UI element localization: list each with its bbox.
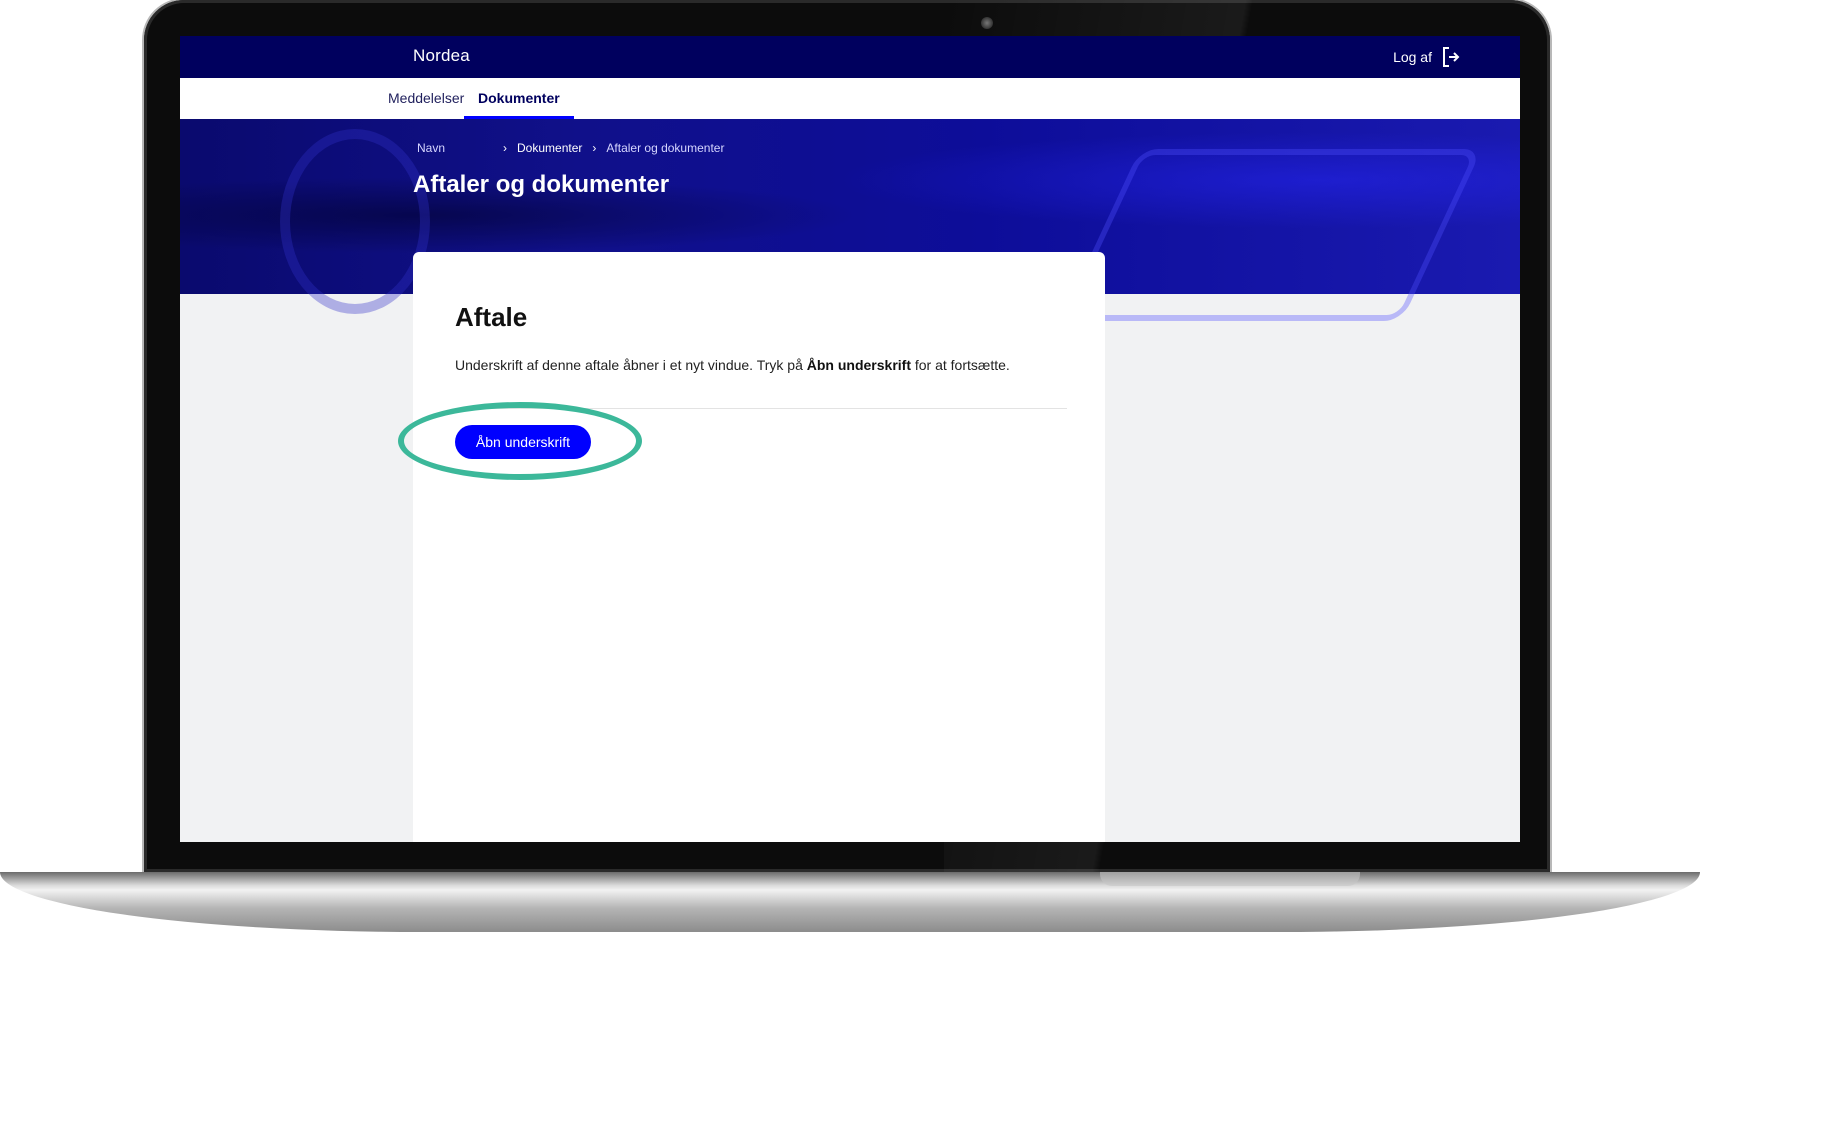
screen: Nordea Log af Meddelelser Dokumenter Nav…: [180, 36, 1520, 842]
card-title: Aftale: [455, 302, 528, 332]
tab-bar: Meddelelser Dokumenter: [180, 78, 1520, 119]
tab-dokumenter[interactable]: Dokumenter: [464, 78, 574, 119]
chevron-right-icon: ›: [592, 141, 597, 155]
logout-button[interactable]: Log af: [1393, 44, 1460, 70]
hero-decoration: [1059, 149, 1483, 321]
page-title: Aftaler og dokumenter: [413, 171, 670, 198]
card-text-before: Underskrift af denne aftale åbner i et n…: [455, 357, 807, 373]
breadcrumb: Navn › Dokumenter › Aftaler og dokumente…: [417, 141, 724, 155]
laptop-base-notch: [1100, 872, 1360, 886]
logout-label: Log af: [1393, 49, 1432, 65]
card-text-after: for at fortsætte.: [910, 357, 1010, 373]
card-text-bold: Åbn underskrift: [806, 357, 911, 373]
breadcrumb-item-navn[interactable]: Navn: [417, 141, 445, 155]
hero-decoration: [280, 129, 430, 314]
card-description: Underskrift af denne aftale åbner i et n…: [455, 357, 1075, 373]
logout-icon: [1443, 47, 1460, 67]
laptop-base: [0, 872, 1700, 932]
breadcrumb-item-dokumenter[interactable]: Dokumenter: [517, 141, 582, 155]
tab-meddelelser[interactable]: Meddelelser: [374, 78, 478, 119]
divider: [455, 408, 1067, 409]
chevron-right-icon: ›: [503, 141, 508, 155]
agreement-card: Aftale Underskrift af denne aftale åbner…: [413, 252, 1105, 842]
breadcrumb-item-current: Aftaler og dokumenter: [606, 141, 725, 155]
nordea-logo[interactable]: Nordea: [413, 46, 470, 66]
open-signature-button[interactable]: Åbn underskrift: [455, 425, 591, 459]
camera: [981, 17, 993, 29]
top-bar: Nordea Log af: [180, 36, 1520, 78]
